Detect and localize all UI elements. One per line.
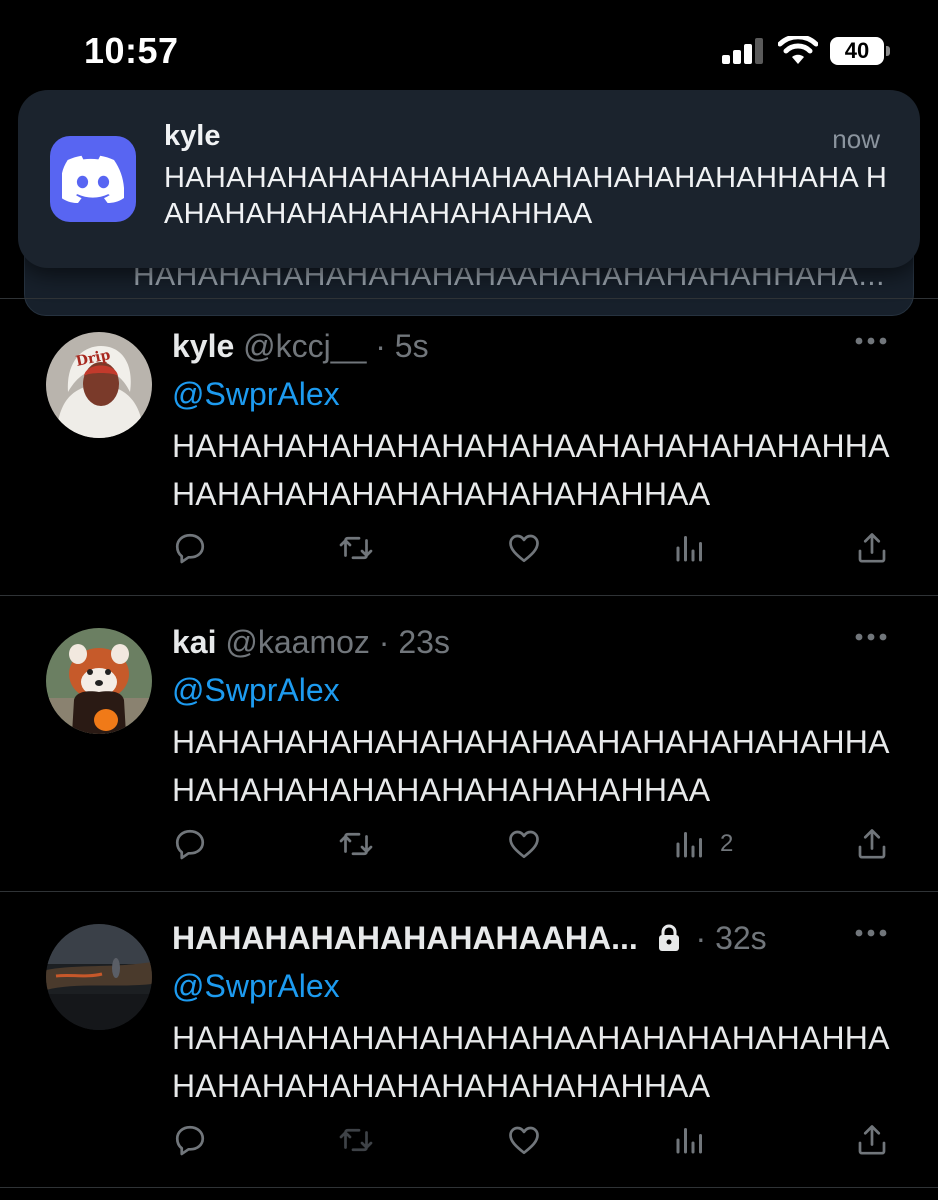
- more-options-icon[interactable]: [854, 632, 888, 642]
- view-count: 2: [720, 830, 734, 857]
- display-name[interactable]: kai: [172, 624, 216, 660]
- heart-icon: [509, 830, 539, 859]
- tweet-header: kai @kaamoz · 23s: [172, 624, 450, 661]
- heart-icon: [509, 1126, 539, 1155]
- tweet-actions: [0, 1120, 938, 1164]
- analytics-icon: [676, 536, 702, 562]
- separator: ·: [378, 624, 390, 660]
- username-handle[interactable]: @kccj__: [243, 328, 366, 364]
- like-button[interactable]: [506, 824, 542, 864]
- tweet-text: HAHAHAHAHAHAHAHAHAAHAHAHAHAHAHHA HAHAHAH…: [172, 1020, 888, 1104]
- tweet-header: kyle @kccj__ · 5s: [172, 328, 429, 365]
- share-icon: [858, 829, 886, 859]
- mention-link[interactable]: @SwprAlex: [172, 672, 340, 709]
- timestamp[interactable]: 5s: [395, 328, 429, 364]
- retweet-icon: [339, 1128, 373, 1152]
- discord-app-icon: [50, 136, 136, 222]
- separator: ·: [375, 328, 386, 364]
- retweet-icon: [339, 536, 373, 560]
- retweet-button[interactable]: [338, 528, 374, 568]
- tweet-actions: [0, 528, 938, 572]
- battery-icon: 40: [830, 37, 890, 65]
- avatar[interactable]: Drip: [46, 332, 152, 438]
- reply-icon: [175, 1125, 205, 1156]
- divider: [0, 298, 938, 299]
- analytics-icon: [676, 1128, 702, 1154]
- separator: ·: [695, 920, 707, 956]
- avatar[interactable]: [46, 628, 152, 734]
- timestamp[interactable]: 23s: [398, 624, 450, 660]
- share-icon: [858, 1125, 886, 1155]
- heart-icon: [509, 534, 539, 563]
- cellular-signal-icon: [722, 38, 763, 64]
- tweet[interactable]: kai @kaamoz · 23s @SwprAlex HAHAHAHAHAHA…: [0, 596, 938, 892]
- mention-link[interactable]: @SwprAlex: [172, 376, 340, 413]
- reply-button[interactable]: [172, 824, 208, 864]
- share-button[interactable]: [854, 824, 890, 864]
- battery-level: 40: [844, 38, 870, 63]
- mention-link[interactable]: @SwprAlex: [172, 968, 340, 1005]
- display-name[interactable]: HAHAHAHAHAHAHAHAAHA...: [172, 920, 638, 956]
- more-options-icon[interactable]: [854, 928, 888, 938]
- share-button[interactable]: [854, 528, 890, 568]
- retweet-button: [338, 1120, 374, 1160]
- notification-sender: kyle: [164, 120, 221, 152]
- lock-icon: [658, 924, 679, 951]
- reply-icon: [175, 829, 205, 860]
- notification-time: now: [832, 124, 880, 154]
- views-button[interactable]: 2: [672, 824, 733, 864]
- notification-banner[interactable]: kyle now HAHAHAHAHAHAHAHAHAAHAHAHAHAHAHH…: [18, 90, 920, 268]
- tweet-text: HAHAHAHAHAHAHAHAHAAHAHAHAHAHAHHA HAHAHAH…: [172, 428, 888, 512]
- more-options-icon[interactable]: [854, 336, 888, 346]
- share-icon: [858, 533, 886, 563]
- reply-icon: [175, 533, 205, 564]
- tweet[interactable]: HAHAHAHAHAHAHAHAAHA... · 32s @SwprAlex H…: [0, 892, 938, 1188]
- avatar[interactable]: [46, 924, 152, 1030]
- display-name[interactable]: kyle: [172, 328, 234, 364]
- tweet-actions: 2: [0, 824, 938, 868]
- status-time: 10:57: [84, 30, 179, 71]
- like-button[interactable]: [506, 1120, 542, 1160]
- retweet-button[interactable]: [338, 824, 374, 864]
- like-button[interactable]: [506, 528, 542, 568]
- tweet-header: HAHAHAHAHAHAHAHAAHA... · 32s: [172, 920, 767, 957]
- reply-button[interactable]: [172, 528, 208, 568]
- share-button[interactable]: [854, 1120, 890, 1160]
- username-handle[interactable]: @kaamoz: [225, 624, 370, 660]
- analytics-icon: [676, 832, 702, 858]
- views-button[interactable]: [672, 528, 720, 568]
- tweet-text: HAHAHAHAHAHAHAHAHAAHAHAHAHAHAHHA HAHAHAH…: [172, 724, 888, 808]
- retweet-icon: [339, 832, 373, 856]
- timestamp[interactable]: 32s: [715, 920, 767, 956]
- status-bar: 10:57 40: [0, 0, 938, 100]
- discord-logo-icon: [62, 155, 124, 203]
- tweet[interactable]: Drip kyle @kccj__ · 5s @SwprAlex HAHAHAH…: [0, 300, 938, 596]
- reply-button[interactable]: [172, 1120, 208, 1160]
- views-button[interactable]: [672, 1120, 720, 1160]
- notification-message: HAHAHAHAHAHAHAHAHAAHAHAHAHAHAHHAHA HAHAH…: [164, 162, 888, 230]
- wifi-icon: [778, 36, 818, 64]
